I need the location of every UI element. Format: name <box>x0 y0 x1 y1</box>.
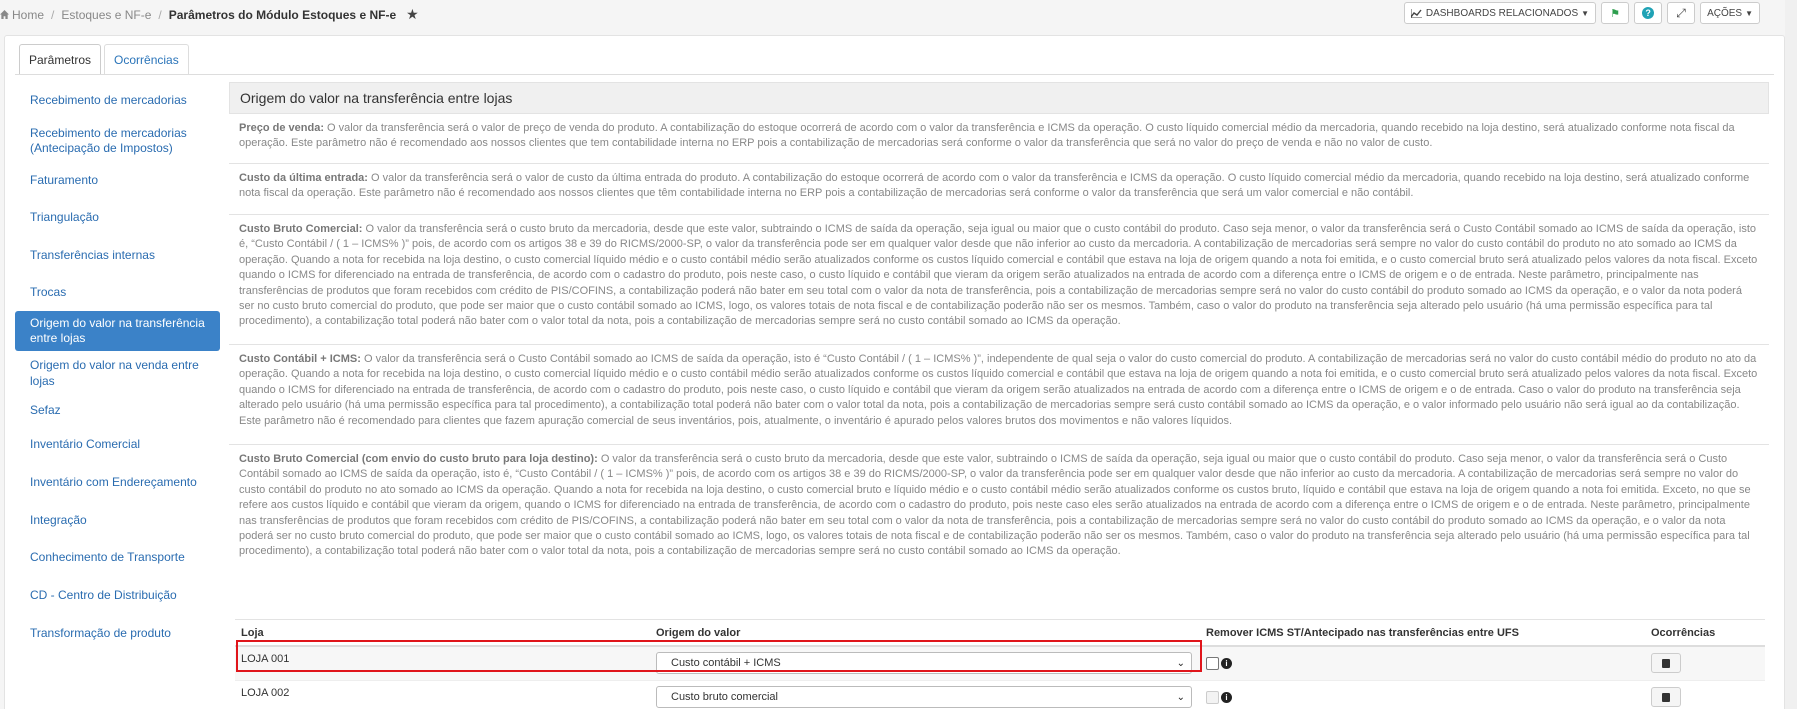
actions-label: AÇÕES <box>1707 7 1743 19</box>
col-remover-icms: Remover ICMS ST/Antecipado nas transferê… <box>1200 620 1645 647</box>
desc-custo-bruto-comercial: Custo Bruto Comercial: O valor da transf… <box>229 215 1769 345</box>
content-title: Origem do valor na transferência entre l… <box>229 82 1769 114</box>
scrollbar[interactable] <box>1785 0 1797 709</box>
tab-ocorrencias[interactable]: Ocorrências <box>104 44 189 74</box>
announcement-button[interactable]: ⚑ <box>1601 2 1630 24</box>
breadcrumb-current: Parâmetros do Módulo Estoques e NF-e <box>168 7 397 22</box>
sidebar-item-inventario-enderecamento[interactable]: Inventário com Endereçamento <box>15 464 220 502</box>
col-ocorrencias: Ocorrências <box>1645 620 1765 647</box>
sidebar-item-triangulacao[interactable]: Triangulação <box>15 199 220 237</box>
sidebar-item-recebimento-antecipacao[interactable]: Recebimento de mercadorias (Antecipação … <box>15 120 220 162</box>
desc-heading: Custo Bruto Comercial: <box>239 223 363 235</box>
dashboards-button[interactable]: DASHBOARDS RELACIONADOS ▼ <box>1403 2 1597 24</box>
toolbar: DASHBOARDS RELACIONADOS ▼ ⚑ ? ⤢ AÇÕES ▼ <box>1403 2 1760 24</box>
desc-heading: Custo da última entrada: <box>239 172 368 184</box>
origem-select[interactable]: Custo contábil + ICMS ⌄ <box>656 652 1192 675</box>
main-panel: Parâmetros Ocorrências Recebimento de me… <box>4 35 1785 709</box>
expand-icon: ⤢ <box>1676 5 1686 20</box>
col-loja: Loja <box>235 620 650 647</box>
desc-custo-bruto-envio: Custo Bruto Comercial (com envio do cust… <box>229 445 1769 562</box>
remover-checkbox[interactable] <box>1206 656 1219 670</box>
sidebar-item-conhecimento-transporte[interactable]: Conhecimento de Transporte <box>15 539 220 577</box>
breadcrumb-home[interactable]: Home <box>12 8 44 22</box>
info-icon[interactable]: i <box>1221 657 1232 669</box>
breadcrumb: Home / Estoques e NF-e / Parâmetros do M… <box>0 6 419 23</box>
desc-preco-venda: Preço de venda: O valor da transferência… <box>229 114 1769 164</box>
desc-text: O valor da transferência será o valor de… <box>239 122 1735 150</box>
loja-cell: LOJA 001 <box>235 645 650 680</box>
desc-text: O valor da transferência será o valor de… <box>239 172 1750 200</box>
question-icon: ? <box>1642 7 1655 19</box>
origem-select[interactable]: Custo bruto comercial ⌄ <box>656 686 1192 709</box>
desc-heading: Custo Contábil + ICMS: <box>239 353 361 365</box>
book-icon <box>1662 692 1670 702</box>
table-row: LOJA 002 Custo bruto comercial ⌄ i <box>235 679 1765 709</box>
sidebar-item-integracao[interactable]: Integração <box>15 502 220 539</box>
chevron-down-icon: ⌄ <box>1176 657 1185 669</box>
remover-cell: i <box>1200 679 1645 709</box>
caret-down-icon: ▼ <box>1745 8 1753 18</box>
sidebar: Recebimento de mercadorias Recebimento d… <box>15 82 220 653</box>
table-row: LOJA 001 Custo contábil + ICMS ⌄ i <box>235 645 1765 680</box>
home-icon <box>0 10 9 19</box>
remover-cell: i <box>1200 645 1645 680</box>
origem-cell: Custo bruto comercial ⌄ <box>650 679 1200 709</box>
desc-heading: Preço de venda: <box>239 122 324 134</box>
origem-cell: Custo contábil + ICMS ⌄ <box>650 645 1200 680</box>
sidebar-item-inventario-comercial[interactable]: Inventário Comercial <box>15 426 220 464</box>
desc-custo-ultima-entrada: Custo da última entrada: O valor da tran… <box>229 164 1769 215</box>
remover-checkbox[interactable] <box>1206 690 1219 704</box>
caret-down-icon: ▼ <box>1581 8 1590 18</box>
tab-parametros[interactable]: Parâmetros <box>19 44 102 74</box>
actions-button[interactable]: AÇÕES ▼ <box>1700 2 1760 24</box>
sidebar-item-sefaz[interactable]: Sefaz <box>15 396 220 426</box>
desc-custo-contabil-icms: Custo Contábil + ICMS: O valor da transf… <box>229 345 1769 445</box>
breadcrumb-module[interactable]: Estoques e NF-e <box>61 8 151 22</box>
sidebar-item-transferencias-internas[interactable]: Transferências internas <box>15 237 220 274</box>
breadcrumb-separator: / <box>51 7 55 22</box>
ocorrencias-cell <box>1645 645 1765 680</box>
sidebar-item-cd[interactable]: CD - Centro de Distribuição <box>15 577 220 615</box>
tab-bar: Parâmetros Ocorrências <box>19 44 192 74</box>
sidebar-item-trocas[interactable]: Trocas <box>15 274 220 311</box>
ocorrencias-button[interactable] <box>1651 687 1681 708</box>
loja-cell: LOJA 002 <box>235 679 650 709</box>
col-origem: Origem do valor <box>650 620 1200 647</box>
megaphone-icon: ⚑ <box>1610 7 1620 20</box>
book-icon <box>1662 658 1670 668</box>
breadcrumb-separator: / <box>158 7 162 22</box>
sidebar-item-faturamento[interactable]: Faturamento <box>15 162 220 199</box>
chevron-down-icon: ⌄ <box>1176 691 1185 703</box>
stores-table: Loja Origem do valor Remover ICMS ST/Ant… <box>235 619 1765 709</box>
tab-divider <box>15 74 1774 75</box>
ocorrencias-button[interactable] <box>1651 653 1681 674</box>
origem-select-value: Custo contábil + ICMS <box>671 657 781 670</box>
desc-text: O valor da transferência será o custo br… <box>239 453 1751 558</box>
origem-select-value: Custo bruto comercial <box>671 691 778 704</box>
ocorrencias-cell <box>1645 679 1765 709</box>
sidebar-item-origem-transferencia[interactable]: Origem do valor na transferência entre l… <box>15 311 220 351</box>
content-area: Origem do valor na transferência entre l… <box>229 82 1769 562</box>
sidebar-item-origem-venda[interactable]: Origem do valor na venda entre lojas <box>15 351 220 396</box>
desc-heading: Custo Bruto Comercial (com envio do cust… <box>239 453 598 465</box>
info-icon[interactable]: i <box>1221 691 1232 703</box>
expand-button[interactable]: ⤢ <box>1667 2 1696 24</box>
chart-line-icon <box>1410 8 1422 18</box>
dashboards-label: DASHBOARDS RELACIONADOS <box>1425 7 1579 19</box>
sidebar-item-recebimento[interactable]: Recebimento de mercadorias <box>15 82 220 120</box>
desc-text: O valor da transferência será o Custo Co… <box>239 353 1758 427</box>
help-button[interactable]: ? <box>1634 2 1663 24</box>
desc-text: O valor da transferência será o custo br… <box>239 223 1758 328</box>
sidebar-item-transformacao[interactable]: Transformação de produto <box>15 615 220 653</box>
top-bar: Home / Estoques e NF-e / Parâmetros do M… <box>0 0 1797 28</box>
star-icon[interactable]: ★ <box>406 6 419 23</box>
